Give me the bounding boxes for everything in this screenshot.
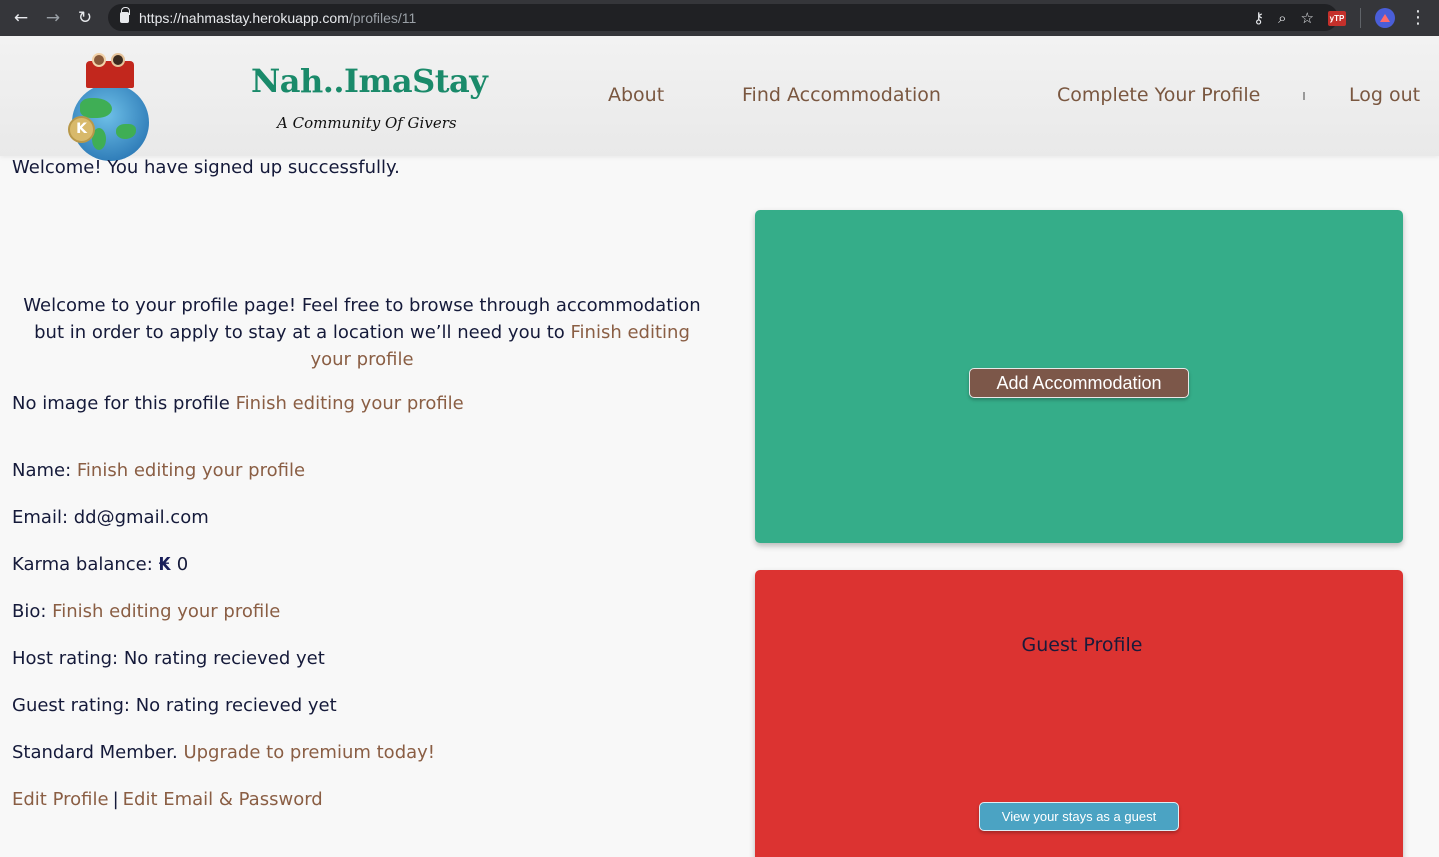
- menu-icon[interactable]: ⋮: [1409, 9, 1427, 27]
- forward-icon[interactable]: →: [42, 7, 64, 29]
- nav-find-accommodation[interactable]: Find Accommodation: [742, 84, 941, 106]
- edit-links-row: Edit Profile | Edit Email & Password: [12, 789, 323, 810]
- name-finish-link[interactable]: Finish editing your profile: [77, 460, 305, 481]
- youtube-extension-icon[interactable]: yTP: [1328, 10, 1346, 26]
- brand-title[interactable]: Nah..ImaStay: [251, 62, 488, 100]
- guest-rating-value: No rating recieved yet: [135, 695, 337, 716]
- toolbar-separator: [1360, 8, 1361, 28]
- guest-rating-label: Guest rating:: [12, 695, 136, 716]
- membership-row: Standard Member. Upgrade to premium toda…: [12, 742, 435, 763]
- address-bar[interactable]: https://nahmastay.herokuapp.com/profiles…: [108, 4, 1338, 31]
- host-rating-row: Host rating: No rating recieved yet: [12, 648, 325, 669]
- image-label: No image for this profile: [12, 393, 236, 414]
- profile-email-row: Email: dd@gmail.com: [12, 507, 209, 528]
- email-label: Email:: [12, 507, 74, 528]
- email-value: dd@gmail.com: [73, 507, 209, 528]
- edit-divider: |: [112, 789, 119, 810]
- add-accommodation-button[interactable]: Add Accommodation: [969, 368, 1189, 398]
- karma-icon: ₭: [158, 554, 172, 575]
- back-icon[interactable]: ←: [10, 7, 32, 29]
- extension-icon[interactable]: [1375, 8, 1395, 28]
- land-shape: [80, 98, 112, 118]
- nav-divider: [1303, 92, 1305, 100]
- host-rating-value: No rating recieved yet: [123, 648, 325, 669]
- membership-label: Standard Member.: [12, 742, 184, 763]
- brand-tagline: A Community Of Givers: [277, 114, 457, 132]
- profile-bio-row: Bio: Finish editing your profile: [12, 601, 280, 622]
- land-shape: [116, 124, 136, 139]
- host-rating-label: Host rating:: [12, 648, 124, 669]
- lock-icon[interactable]: [120, 7, 130, 23]
- reload-icon[interactable]: ↻: [74, 7, 96, 29]
- upgrade-premium-link[interactable]: Upgrade to premium today!: [183, 742, 435, 763]
- karma-coin-icon: K: [68, 116, 95, 143]
- guest-rating-row: Guest rating: No rating recieved yet: [12, 695, 337, 716]
- browser-toolbar: ← → ↻ https://nahmastay.herokuapp.com/pr…: [0, 0, 1439, 36]
- bio-finish-link[interactable]: Finish editing your profile: [52, 601, 280, 622]
- profile-karma-row: Karma balance: ₭ 0: [12, 554, 188, 575]
- karma-value: 0: [171, 554, 189, 575]
- bio-label: Bio:: [12, 601, 53, 622]
- browser-actions: ⚷ ⌕ ☆ yTP ⋮: [1253, 0, 1427, 36]
- view-stays-button[interactable]: View your stays as a guest: [979, 802, 1179, 831]
- edit-profile-link[interactable]: Edit Profile: [12, 789, 109, 810]
- profile-image-row: No image for this profile Finish editing…: [12, 393, 464, 414]
- url-host: https://nahmastay.herokuapp.com: [139, 9, 349, 26]
- nav-complete-profile[interactable]: Complete Your Profile: [1057, 84, 1260, 106]
- flash-message: Welcome! You have signed up successfully…: [12, 157, 400, 178]
- karma-label: Karma balance:: [12, 554, 159, 575]
- edit-email-password-link[interactable]: Edit Email & Password: [123, 789, 323, 810]
- nav-log-out[interactable]: Log out: [1349, 84, 1420, 106]
- name-label: Name:: [12, 460, 77, 481]
- guest-profile-title: Guest Profile: [1021, 634, 1143, 656]
- url-path: /profiles/11: [348, 9, 417, 26]
- nav-about[interactable]: About: [608, 84, 664, 106]
- profile-name-row: Name: Finish editing your profile: [12, 460, 305, 481]
- key-icon[interactable]: ⚷: [1253, 9, 1264, 27]
- profile-intro: Welcome to your profile page! Feel free …: [12, 292, 712, 373]
- sofa-logo-icon: [86, 53, 134, 88]
- image-finish-link[interactable]: Finish editing your profile: [236, 393, 464, 414]
- star-icon[interactable]: ☆: [1301, 9, 1314, 27]
- zoom-icon[interactable]: ⌕: [1278, 9, 1286, 27]
